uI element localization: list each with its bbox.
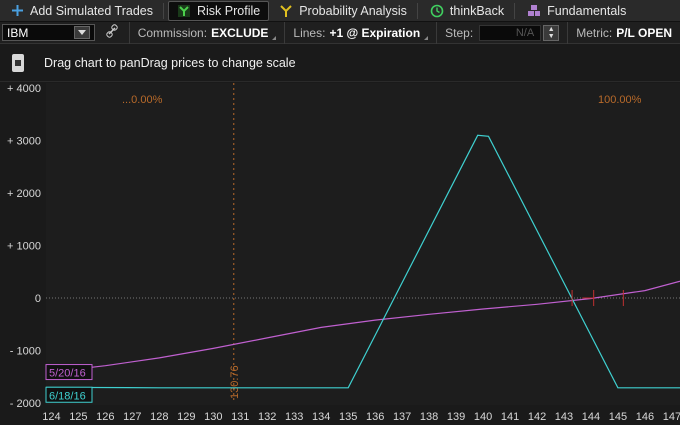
- metric-value: P/L OPEN: [616, 25, 672, 40]
- x-tick-label: 137: [393, 411, 411, 423]
- x-tick-label: 133: [285, 411, 303, 423]
- tab-label: thinkBack: [449, 3, 505, 18]
- left-probability-label: ...0.00%: [122, 94, 163, 106]
- symbol-value: IBM: [7, 25, 29, 40]
- tab-label: Probability Analysis: [299, 3, 407, 18]
- right-probability-label: 100.00%: [598, 94, 642, 106]
- chart-svg[interactable]: + 4000 + 3000 + 2000 + 1000 0 - 1000 - 2000124…: [0, 83, 680, 425]
- x-tick-label: 136: [366, 411, 384, 423]
- risk-profile-icon: [177, 4, 191, 18]
- lines-label: Lines:: [293, 25, 326, 40]
- y-tick-label: + 2000: [7, 188, 41, 200]
- tab-thinkback[interactable]: thinkBack: [422, 1, 512, 21]
- x-tick-label: 143: [555, 411, 573, 423]
- step-spinner[interactable]: ▲ ▼: [543, 24, 560, 41]
- mouse-icon: [12, 54, 24, 72]
- x-tick-label: 125: [69, 411, 87, 423]
- link-button[interactable]: [95, 22, 129, 44]
- x-tick-label: 132: [258, 411, 276, 423]
- step-control: Step: N/A ▲ ▼: [436, 21, 567, 44]
- series-legend-label: 5/20/16: [49, 368, 86, 380]
- commission-value: EXCLUDE: [211, 25, 269, 40]
- chevron-down-icon[interactable]: [73, 26, 90, 39]
- y-tick-label: - 1000: [10, 346, 41, 358]
- x-tick-label: 141: [501, 411, 519, 423]
- x-tick-label: 139: [447, 411, 465, 423]
- metric-selector[interactable]: Metric: P/L OPEN: [567, 21, 680, 44]
- step-label: Step:: [445, 25, 474, 40]
- commission-label: Commission:: [137, 25, 208, 40]
- y-tick-label: + 3000: [7, 136, 41, 148]
- tab-risk-profile[interactable]: Risk Profile: [168, 0, 270, 21]
- dropdown-corner-icon: [272, 35, 277, 40]
- tab-divider: [514, 2, 516, 19]
- commission-selector[interactable]: Commission: EXCLUDE: [128, 21, 285, 44]
- hint-bar: Drag chart to panDrag prices to change s…: [0, 45, 680, 82]
- x-tick-label: 140: [474, 411, 492, 423]
- lines-selector[interactable]: Lines: +1 @ Expiration: [284, 21, 436, 44]
- y-tick-label: - 2000: [10, 398, 41, 410]
- lines-value: +1 @ Expiration: [329, 25, 421, 40]
- x-tick-label: 146: [636, 411, 654, 423]
- x-tick-label: 129: [177, 411, 195, 423]
- x-tick-label: 124: [42, 411, 60, 423]
- price-marker-label: 130.76: [229, 365, 241, 399]
- tab-bar: Add Simulated Trades Risk Profile Probab…: [0, 0, 680, 22]
- y-tick-label: + 1000: [7, 241, 41, 253]
- tab-label: Add Simulated Trades: [30, 3, 153, 18]
- spin-down-icon[interactable]: ▼: [548, 33, 555, 40]
- clock-icon: [430, 4, 444, 18]
- x-tick-label: 144: [582, 411, 600, 423]
- tab-label: Risk Profile: [197, 3, 261, 18]
- tab-fundamentals[interactable]: Fundamentals: [519, 1, 634, 21]
- metric-label: Metric:: [576, 25, 613, 40]
- y-tick-label: 0: [35, 293, 41, 305]
- x-tick-label: 131: [231, 411, 249, 423]
- x-tick-label: 128: [150, 411, 168, 423]
- series-legend-label: 6/18/16: [49, 390, 86, 402]
- x-tick-label: 142: [528, 411, 546, 423]
- risk-profile-chart[interactable]: + 4000 + 3000 + 2000 + 1000 0 - 1000 - 2000 124…: [0, 83, 680, 425]
- dropdown-corner-icon: [424, 35, 429, 40]
- fork-icon: [279, 4, 293, 18]
- plus-icon: [10, 4, 24, 18]
- x-tick-label: 138: [420, 411, 438, 423]
- spin-up-icon[interactable]: ▲: [548, 26, 555, 33]
- hint-text: Drag chart to panDrag prices to change s…: [44, 56, 296, 70]
- tab-divider: [163, 2, 164, 19]
- x-tick-label: 134: [312, 411, 330, 423]
- tab-add-simulated-trades[interactable]: Add Simulated Trades: [2, 1, 161, 21]
- link-icon: [105, 24, 119, 41]
- x-tick-label: 126: [96, 411, 114, 423]
- tab-divider: [416, 2, 418, 19]
- tab-label: Fundamentals: [547, 3, 627, 18]
- x-tick-label: 147: [663, 411, 680, 423]
- x-tick-label: 145: [609, 411, 627, 423]
- controls-bar: IBM Commission: EXCLUDE Lines: +1 @ Expi…: [0, 21, 680, 44]
- x-tick-label: 130: [204, 411, 222, 423]
- step-input[interactable]: N/A: [479, 24, 542, 41]
- y-tick-label: + 4000: [7, 83, 41, 95]
- plot-area[interactable]: [46, 83, 680, 405]
- tab-probability-analysis[interactable]: Probability Analysis: [271, 1, 415, 21]
- x-tick-label: 135: [339, 411, 357, 423]
- symbol-selector[interactable]: IBM: [2, 24, 95, 41]
- x-tick-label: 127: [123, 411, 141, 423]
- blocks-icon: [527, 4, 541, 18]
